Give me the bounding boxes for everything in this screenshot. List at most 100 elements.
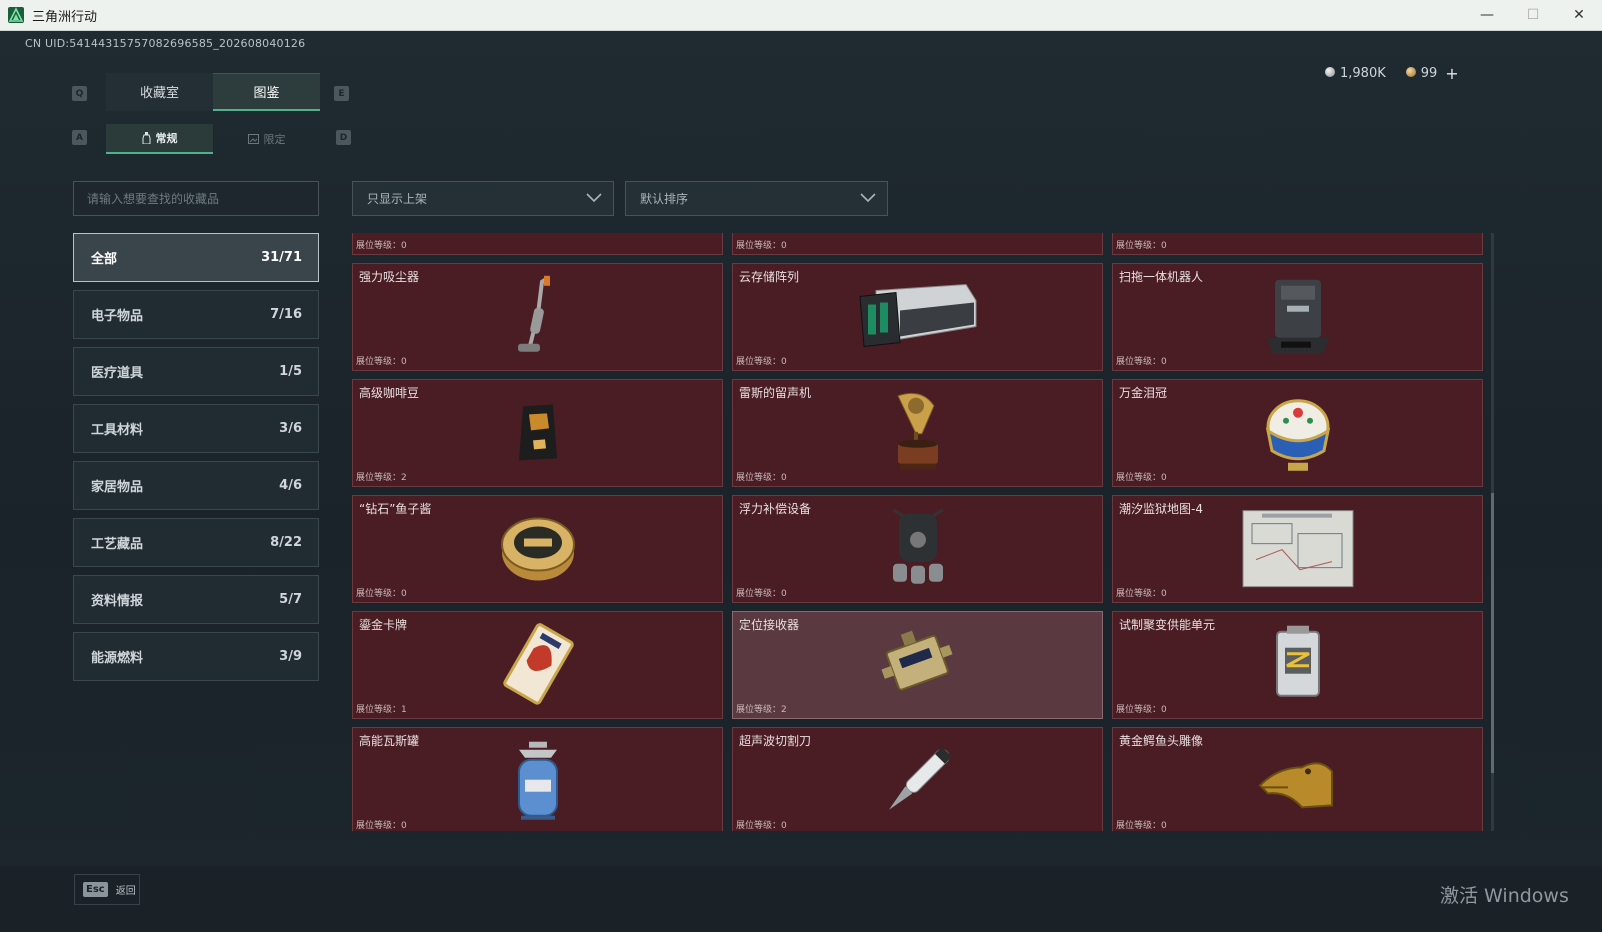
maximize-button[interactable]: ☐ — [1510, 0, 1556, 30]
add-currency-button[interactable]: + — [1445, 64, 1458, 83]
collection-item-card[interactable]: “钻石”鱼子酱 展位等级：0 — [352, 495, 723, 603]
scrollbar-thumb[interactable] — [1491, 493, 1494, 773]
key-e-hint: E — [334, 86, 349, 101]
item-name: 万金泪冠 — [1119, 386, 1168, 400]
item-name: 高能瓦斯罐 — [359, 734, 420, 748]
display-level-label: 展位等级： — [736, 705, 782, 715]
sub-tabs: 常规 限定 — [106, 124, 320, 154]
display-level: 展位等级：0 — [1116, 702, 1167, 715]
tab-collection-room[interactable]: 收藏室 — [106, 73, 213, 111]
collection-item-card[interactable]: 扫拖一体机器人 展位等级：0 — [1112, 263, 1483, 371]
display-level: 展位等级：0 — [1116, 470, 1167, 483]
category-label: 医疗道具 — [91, 366, 144, 381]
tab-codex[interactable]: 图鉴 — [213, 73, 320, 111]
display-level-value: 0 — [1161, 705, 1167, 715]
item-name: 黄金鳄鱼头雕像 — [1119, 734, 1204, 748]
storage-array-icon — [856, 281, 980, 357]
display-level-value: 0 — [401, 589, 407, 599]
display-level-label: 展位等级： — [356, 589, 402, 599]
display-level-value: 0 — [781, 357, 787, 367]
display-level-label: 展位等级： — [356, 241, 402, 251]
collection-item-card[interactable]: 高级咖啡豆 展位等级：2 — [352, 379, 723, 487]
item-name: 超声波切割刀 — [739, 734, 812, 748]
display-level-value: 0 — [1161, 357, 1167, 367]
category-count: 8/22 — [270, 535, 302, 550]
collection-item-card[interactable]: 高能瓦斯罐 展位等级：0 — [352, 727, 723, 831]
display-level-value: 0 — [1161, 473, 1167, 483]
display-level-label: 展位等级： — [1116, 821, 1162, 831]
collection-item-card[interactable]: 展位等级：0 — [352, 233, 723, 255]
grid-scrollbar[interactable] — [1491, 233, 1494, 831]
collection-item-card[interactable]: 强力吸尘器 展位等级：0 — [352, 263, 723, 371]
collection-item-card[interactable]: 试制聚变供能单元 展位等级：0 — [1112, 611, 1483, 719]
collection-item-card[interactable]: 展位等级：0 — [1112, 233, 1483, 255]
category-energy[interactable]: 能源燃料 3/9 — [73, 632, 319, 681]
category-tools[interactable]: 工具材料 3/6 — [73, 404, 319, 453]
vacuum-cleaner-icon — [508, 274, 568, 364]
close-button[interactable]: ✕ — [1556, 0, 1602, 30]
display-level: 展位等级：0 — [356, 238, 407, 251]
category-all[interactable]: 全部 31/71 — [73, 233, 319, 282]
category-electronics[interactable]: 电子物品 7/16 — [73, 290, 319, 339]
buoyancy-device-icon — [883, 506, 953, 596]
display-level: 展位等级：0 — [736, 818, 787, 831]
window-titlebar: 三角洲行动 — ☐ ✕ — [0, 0, 1602, 31]
display-level-value: 0 — [1161, 589, 1167, 599]
display-level: 展位等级：0 — [736, 238, 787, 251]
search-input[interactable] — [87, 191, 318, 206]
category-label: 能源燃料 — [91, 651, 144, 666]
minimize-button[interactable]: — — [1464, 0, 1510, 30]
display-level-value: 2 — [401, 473, 407, 483]
mop-robot-icon — [1263, 276, 1333, 362]
collection-item-card[interactable]: 雷斯的留声机 展位等级：0 — [732, 379, 1103, 487]
display-level: 展位等级：0 — [736, 586, 787, 599]
display-level-label: 展位等级： — [1116, 705, 1162, 715]
display-level-value: 2 — [781, 705, 787, 715]
footer-bar — [0, 866, 1602, 932]
silver-amount: 1,980K — [1340, 65, 1386, 81]
category-household[interactable]: 家居物品 4/6 — [73, 461, 319, 510]
collection-item-card[interactable]: 万金泪冠展位等级：0 — [1112, 379, 1483, 487]
collection-item-card[interactable]: 超声波切割刀 展位等级：0 — [732, 727, 1103, 831]
category-label: 电子物品 — [91, 309, 144, 324]
collection-item-card[interactable]: 鎏金卡牌 展位等级：1 — [352, 611, 723, 719]
item-grid: 展位等级：0 展位等级：0 展位等级：0 强力吸尘器 展位等级：0 云存储阵列 展位等级：0… — [352, 233, 1483, 831]
sort-dropdown[interactable]: 默认排序 — [625, 181, 888, 216]
image-icon — [247, 134, 259, 144]
category-list: 全部 31/71 电子物品 7/16 医疗道具 1/5 工具材料 3/6 家居物品 4/6… — [73, 233, 319, 689]
back-button[interactable]: Esc 返回 — [74, 874, 140, 905]
key-d-hint: D — [336, 130, 351, 145]
display-level-value: 0 — [1161, 241, 1167, 251]
sort-dropdown-value: 默认排序 — [640, 192, 689, 206]
category-crafts[interactable]: 工艺藏品 8/22 — [73, 518, 319, 567]
collection-item-card[interactable]: 云存储阵列 展位等级：0 — [732, 263, 1103, 371]
display-level: 展位等级：2 — [356, 470, 407, 483]
display-level: 展位等级：0 — [356, 354, 407, 367]
search-box[interactable] — [73, 181, 319, 216]
currency-bar: 1,980K 99 + — [1275, 63, 1505, 83]
display-level: 展位等级：0 — [1116, 818, 1167, 831]
display-level-value: 0 — [1161, 821, 1167, 831]
bottle-icon — [142, 132, 150, 144]
category-medical[interactable]: 医疗道具 1/5 — [73, 347, 319, 396]
collection-item-card[interactable]: 黄金鳄鱼头雕像 展位等级：0 — [1112, 727, 1483, 831]
category-count: 3/9 — [279, 649, 302, 664]
collection-item-card[interactable]: 展位等级：0 — [732, 233, 1103, 255]
display-level-label: 展位等级： — [356, 473, 402, 483]
collection-item-card[interactable]: 潮汐监狱地图-4 展位等级：0 — [1112, 495, 1483, 603]
subtab-regular[interactable]: 常规 — [106, 124, 213, 154]
gramophone-icon — [888, 390, 948, 480]
gold-balance: 99 — [1405, 66, 1437, 81]
collection-item-card[interactable]: 浮力补偿设备 展位等级：0 — [732, 495, 1103, 603]
category-intel[interactable]: 资料情报 5/7 — [73, 575, 319, 624]
display-level: 展位等级：0 — [736, 470, 787, 483]
subtab-limited[interactable]: 限定 — [213, 124, 320, 154]
gas-canister-icon — [511, 740, 565, 826]
collection-item-card[interactable]: 定位接收器 展位等级：2 — [732, 611, 1103, 719]
display-level-label: 展位等级： — [356, 357, 402, 367]
display-level: 展位等级：1 — [356, 702, 407, 715]
esc-key-hint: Esc — [83, 882, 108, 897]
display-level-value: 0 — [781, 473, 787, 483]
fusion-cell-icon — [1267, 624, 1329, 710]
filter-dropdown[interactable]: 只显示上架 — [352, 181, 614, 216]
